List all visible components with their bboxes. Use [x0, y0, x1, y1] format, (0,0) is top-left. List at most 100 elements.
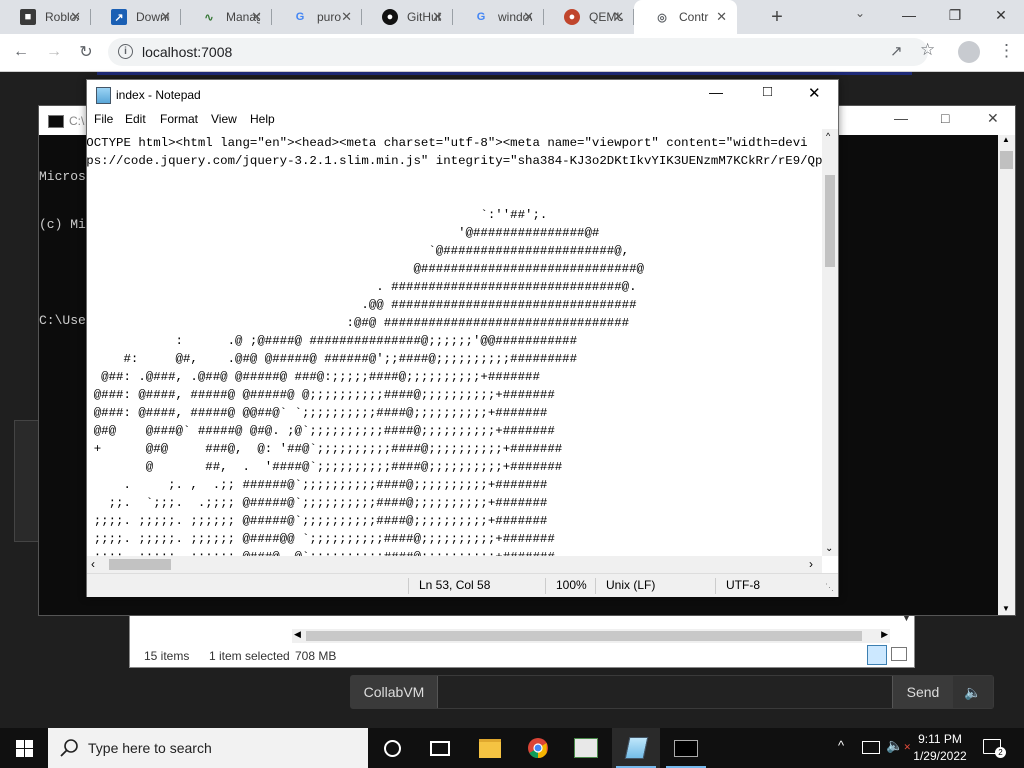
- roblox-icon: ■: [20, 9, 36, 25]
- tab-search-chevron-icon[interactable]: ⌄: [855, 6, 865, 20]
- notepad-icon: [96, 87, 111, 104]
- cmd-close-button[interactable]: ✕: [987, 110, 999, 127]
- text-line: + @#@ ###@, @: '##@`;;;;;;;;;;####@;;;;;…: [87, 442, 563, 456]
- browser-close-button[interactable]: ✕: [978, 0, 1024, 30]
- cmd-vertical-scrollbar[interactable]: ▲ ▼: [998, 135, 1015, 615]
- scroll-right-arrow-icon[interactable]: ›: [809, 557, 813, 571]
- tab-close-icon[interactable]: ✕: [523, 10, 534, 24]
- scroll-up-arrow-icon[interactable]: ▲: [1002, 135, 1010, 144]
- menu-view[interactable]: View: [211, 112, 237, 126]
- scroll-down-arrow-icon[interactable]: ⌄: [825, 543, 833, 554]
- scroll-up-arrow-icon[interactable]: ^: [826, 131, 830, 141]
- new-tab-button[interactable]: +: [766, 6, 788, 28]
- scroll-left-arrow-icon[interactable]: ◀: [294, 629, 301, 640]
- text-line: ;;;; ;;;;; ;;;;;; @###@ @`;;;;;;;;;;####…: [87, 548, 822, 556]
- url-text[interactable]: localhost:7008: [142, 44, 232, 60]
- browser-tab[interactable]: ● GitHub ✕: [362, 0, 453, 34]
- browser-tab[interactable]: ↗Download✕: [91, 0, 181, 34]
- address-bar[interactable]: i localhost:7008 ↗ ☆: [108, 38, 935, 66]
- notepad-maximize-button[interactable]: □: [763, 83, 772, 100]
- tab-close-icon[interactable]: ✕: [613, 10, 624, 24]
- show-hidden-icons-chevron[interactable]: ^: [838, 738, 844, 753]
- browser-tab[interactable]: Gpuro ✕: [272, 0, 362, 34]
- send-button[interactable]: Send: [892, 676, 953, 708]
- speaker-icon[interactable]: 🔈: [953, 676, 993, 708]
- browser-tab[interactable]: ● QEMU ✕: [544, 0, 634, 34]
- collabvm-chat-bar: CollabVM Send 🔈: [350, 675, 994, 709]
- resize-grip-icon[interactable]: ⋱: [825, 582, 834, 593]
- qemu-icon: ●: [564, 9, 580, 25]
- scroll-down-arrow-icon[interactable]: ▼: [1002, 604, 1010, 613]
- cmd-line: (c) Mi: [39, 217, 86, 232]
- start-button[interactable]: [0, 728, 48, 768]
- search-placeholder: Type here to search: [88, 740, 212, 756]
- back-icon[interactable]: ←: [10, 41, 32, 63]
- scroll-thumb[interactable]: [825, 175, 835, 267]
- menu-file[interactable]: File: [94, 112, 113, 126]
- collabvm-label-text: CollabVM: [363, 684, 425, 700]
- browser-restore-button[interactable]: ❐: [932, 0, 978, 30]
- task-view-cortana-button[interactable]: [368, 728, 416, 768]
- clock[interactable]: 9:11 PM 1/29/2022: [909, 731, 971, 765]
- cmd-taskbar-button[interactable]: [662, 728, 710, 768]
- menu-format[interactable]: Format: [160, 112, 198, 126]
- profile-avatar-icon[interactable]: [958, 41, 980, 63]
- browser-tab[interactable]: ◎ Contr ✕: [634, 0, 737, 34]
- notepad-close-button[interactable]: ✕: [808, 84, 821, 102]
- network-icon[interactable]: [862, 741, 880, 754]
- browser-tab[interactable]: ■ Roblox ✕: [0, 0, 91, 34]
- chrome-taskbar-button[interactable]: [514, 728, 562, 768]
- text-line: . ;. , .;; ######@`;;;;;;;;;;####@;;;;;;…: [87, 478, 548, 492]
- tab-close-icon[interactable]: ✕: [716, 10, 727, 24]
- line-ending: Unix (LF): [595, 578, 655, 594]
- tab-close-icon[interactable]: ✕: [341, 10, 352, 24]
- cmd-output[interactable]: Micros (c) Mi C:\Use: [39, 137, 86, 361]
- selection-status: 1 item selected: [209, 649, 290, 663]
- scroll-right-arrow-icon[interactable]: ▶: [881, 629, 888, 640]
- vm-screen-top-edge: [97, 72, 912, 75]
- details-view-icon[interactable]: [867, 645, 887, 665]
- app-taskbar-button[interactable]: [562, 728, 610, 768]
- large-icons-view-icon[interactable]: [891, 647, 907, 661]
- notepad-horizontal-scrollbar[interactable]: ‹ ›: [87, 556, 822, 573]
- scroll-thumb[interactable]: [109, 559, 171, 570]
- tab-close-icon[interactable]: ✕: [160, 10, 171, 24]
- bookmark-star-icon[interactable]: ☆: [920, 40, 935, 60]
- forward-icon[interactable]: →: [43, 41, 65, 63]
- send-button-label: Send: [906, 684, 940, 700]
- browser-menu-icon[interactable]: ⋮: [998, 41, 1015, 61]
- cmd-maximize-button[interactable]: □: [941, 110, 949, 126]
- notepad-taskbar-button[interactable]: [612, 728, 660, 768]
- menu-edit[interactable]: Edit: [125, 112, 146, 126]
- scroll-left-arrow-icon[interactable]: ‹: [91, 557, 95, 571]
- explorer-horizontal-scrollbar[interactable]: ◀ ▶: [292, 629, 890, 643]
- text-line: ) :@#@ #################################: [87, 316, 630, 330]
- volume-muted-icon[interactable]: 🔈✕: [886, 737, 911, 754]
- browser-tab[interactable]: ∿Manage✕: [181, 0, 272, 34]
- browser-minimize-button[interactable]: —: [886, 0, 932, 30]
- info-icon[interactable]: i: [118, 44, 133, 59]
- notepad-minimize-button[interactable]: —: [709, 84, 723, 100]
- taskbar-search-box[interactable]: Type here to search: [48, 728, 368, 768]
- notepad-title-bar[interactable]: index - Notepad — □ ✕: [87, 80, 838, 109]
- text-line: @ ##, . '####@`;;;;;;;;;;####@;;;;;;;;;;…: [87, 460, 563, 474]
- text-line: '@###############@#: [87, 226, 600, 240]
- browser-tab[interactable]: Gwindows✕: [453, 0, 544, 34]
- windows-taskbar: Type here to search ^ 🔈✕ 9:11 PM 1/29/20…: [0, 728, 1024, 768]
- share-icon[interactable]: ↗: [890, 42, 903, 60]
- text-line: @#@ @###@` #####@ @#@. ;@`;;;;;;;;;;####…: [87, 424, 555, 438]
- chat-input[interactable]: [438, 676, 892, 708]
- notepad-vertical-scrollbar[interactable]: ^ ⌄: [822, 129, 838, 556]
- tab-close-icon[interactable]: ✕: [432, 10, 443, 24]
- menu-help[interactable]: Help: [250, 112, 275, 126]
- tab-close-icon[interactable]: ✕: [70, 10, 81, 24]
- folder-icon: [479, 738, 501, 758]
- notepad-text-area[interactable]: <!DOCTYPE html><html lang="en"><head><me…: [87, 129, 822, 556]
- reload-icon[interactable]: ↻: [75, 41, 97, 63]
- file-explorer-taskbar-button[interactable]: [466, 728, 514, 768]
- task-view-button[interactable]: [416, 728, 464, 768]
- tab-close-icon[interactable]: ✕: [251, 10, 262, 24]
- scroll-thumb[interactable]: [1000, 151, 1013, 169]
- scroll-thumb[interactable]: [306, 631, 862, 641]
- cmd-minimize-button[interactable]: —: [894, 110, 908, 126]
